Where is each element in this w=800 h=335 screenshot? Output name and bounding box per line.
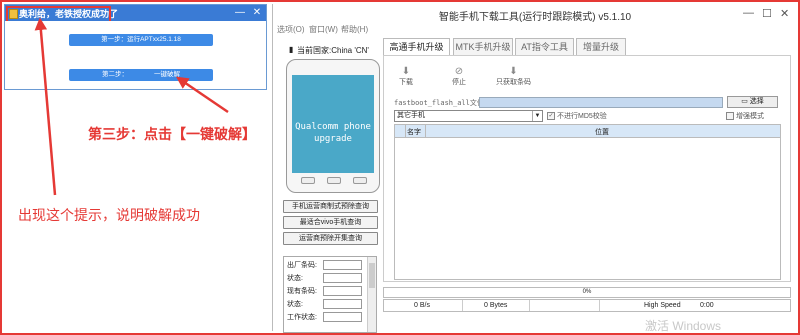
read-barcode-button[interactable]: ⬇ 只获取条码	[496, 66, 531, 87]
menu-bar: 选项(O) 窗口(W) 帮助(H)	[273, 22, 797, 36]
mode-readout: High Speed	[644, 302, 681, 309]
enhance-mode-checkbox[interactable]: 增强模式	[726, 111, 764, 121]
window-title: 智能手机下载工具(运行时跟踪模式) v5.1.10	[438, 12, 632, 23]
tab-qualcomm[interactable]: 高通手机升级	[383, 38, 450, 56]
flash-file-input[interactable]	[479, 97, 723, 108]
menu-help[interactable]: 帮助(H)	[341, 24, 368, 35]
main-window: 智能手机下载工具(运行时跟踪模式) v5.1.10 — ☐ ✕ 选项(O) 窗口…	[272, 4, 797, 333]
time-readout: 0:00	[700, 302, 714, 309]
download-icon: ⬇	[401, 66, 411, 77]
progress-bar: 0%	[383, 287, 791, 298]
phone-type-select[interactable]: 其它手机 ▼	[394, 110, 543, 122]
device-info-panel: 出厂条码: 状态: 现有条码: 状态: 工作状态:	[283, 256, 377, 333]
status-bar: 0 B/s 0 Bytes High Speed 0:00	[383, 299, 791, 312]
tab-incremental[interactable]: 增量升级	[576, 38, 626, 56]
scrollbar[interactable]	[367, 257, 376, 332]
factory-barcode-field[interactable]	[323, 260, 362, 270]
md5-checkbox[interactable]: ✓ 不进行MD5校验	[547, 111, 607, 121]
tab-at-tool[interactable]: AT指令工具	[515, 38, 574, 56]
annotation-success: 出现这个提示，说明破解成功	[18, 207, 200, 223]
vivo-query-button[interactable]: 最适合vivo手机查询	[283, 216, 378, 229]
flash-file-label: fastboot_flash_all文件	[394, 99, 484, 107]
menu-window[interactable]: 窗口(W)	[309, 24, 338, 35]
tab-mtk[interactable]: MTK手机升级	[453, 38, 513, 56]
menu-options[interactable]: 选项(O)	[277, 24, 305, 35]
qualcomm-panel: ⬇ 下载 ⊘ 停止 ⬇ 只获取条码 fastboot_flash_all文件 ▭…	[383, 55, 791, 282]
close-button[interactable]: ✕	[780, 7, 789, 20]
column-location[interactable]: 位置	[595, 127, 609, 137]
read-barcode-icon: ⬇	[509, 66, 518, 77]
annotation-step3: 第三步：点击【一键破解】	[88, 126, 256, 142]
speed-readout: 0 B/s	[414, 302, 430, 309]
stop-icon: ⊘	[454, 66, 464, 77]
flag-icon: ▮	[289, 45, 294, 54]
arrow-to-crack-button	[175, 76, 229, 114]
work-status-field[interactable]	[323, 312, 362, 322]
carrier-query-button[interactable]: 手机运营商制式预除查询	[283, 200, 378, 213]
progress-text: 0%	[582, 289, 592, 295]
stop-button[interactable]: ⊘ 停止	[452, 66, 466, 87]
file-table: 名字 位置	[394, 124, 781, 280]
chevron-down-icon: ▼	[532, 111, 542, 121]
folder-icon: ▭	[741, 98, 750, 105]
title-bar: 智能手机下载工具(运行时跟踪模式) v5.1.10 — ☐ ✕	[273, 4, 797, 23]
country-label: 当前国家:China 'CN'	[297, 46, 369, 55]
select-file-button[interactable]: ▭ 选择	[727, 96, 778, 108]
arrow-to-title	[34, 17, 57, 196]
current-barcode-field[interactable]	[323, 286, 362, 296]
activate-windows-watermark: 激活 Windows	[645, 319, 722, 333]
bytes-readout: 0 Bytes	[484, 302, 508, 309]
table-header: 名字 位置	[395, 125, 780, 138]
status-field-2[interactable]	[323, 299, 362, 309]
status-field[interactable]	[323, 273, 362, 283]
minimize-button[interactable]: —	[743, 7, 754, 19]
carrier-set-query-button[interactable]: 运营商预除开集查询	[283, 232, 378, 245]
phone-illustration: Qualcomm phone upgrade	[286, 59, 380, 193]
phone-screen: Qualcomm phone upgrade	[292, 75, 374, 173]
download-button[interactable]: ⬇ 下载	[399, 66, 413, 87]
column-name[interactable]: 名字	[407, 127, 421, 137]
maximize-button[interactable]: ☐	[762, 7, 772, 20]
